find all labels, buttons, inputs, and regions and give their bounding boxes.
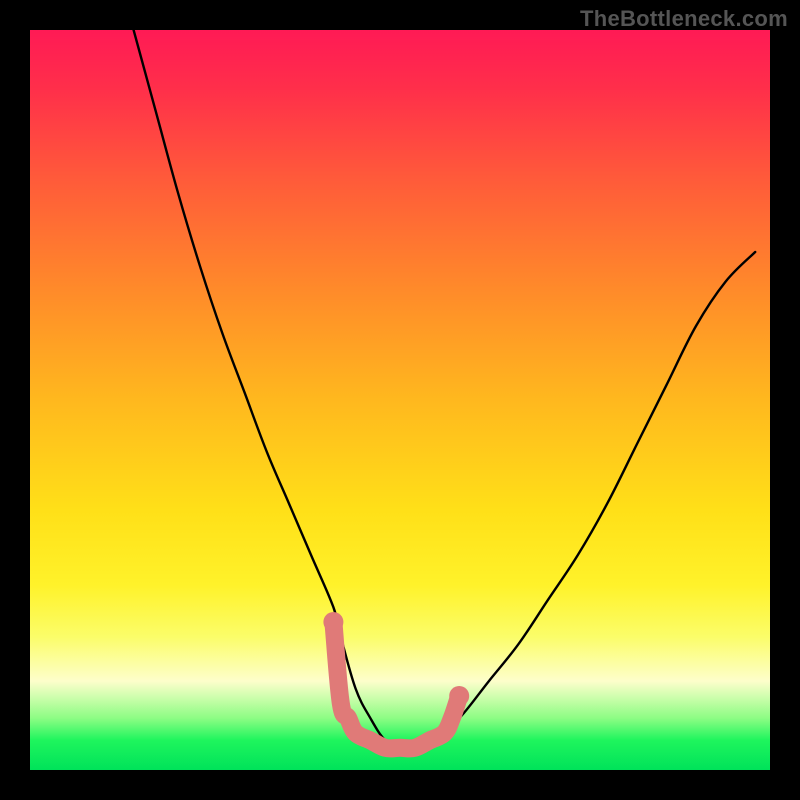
chart-plot-area [30,30,770,770]
bottleneck-curve [134,30,756,749]
highlight-band [323,612,469,748]
chart-frame: TheBottleneck.com [0,0,800,800]
watermark-text: TheBottleneck.com [580,6,788,32]
chart-svg [30,30,770,770]
